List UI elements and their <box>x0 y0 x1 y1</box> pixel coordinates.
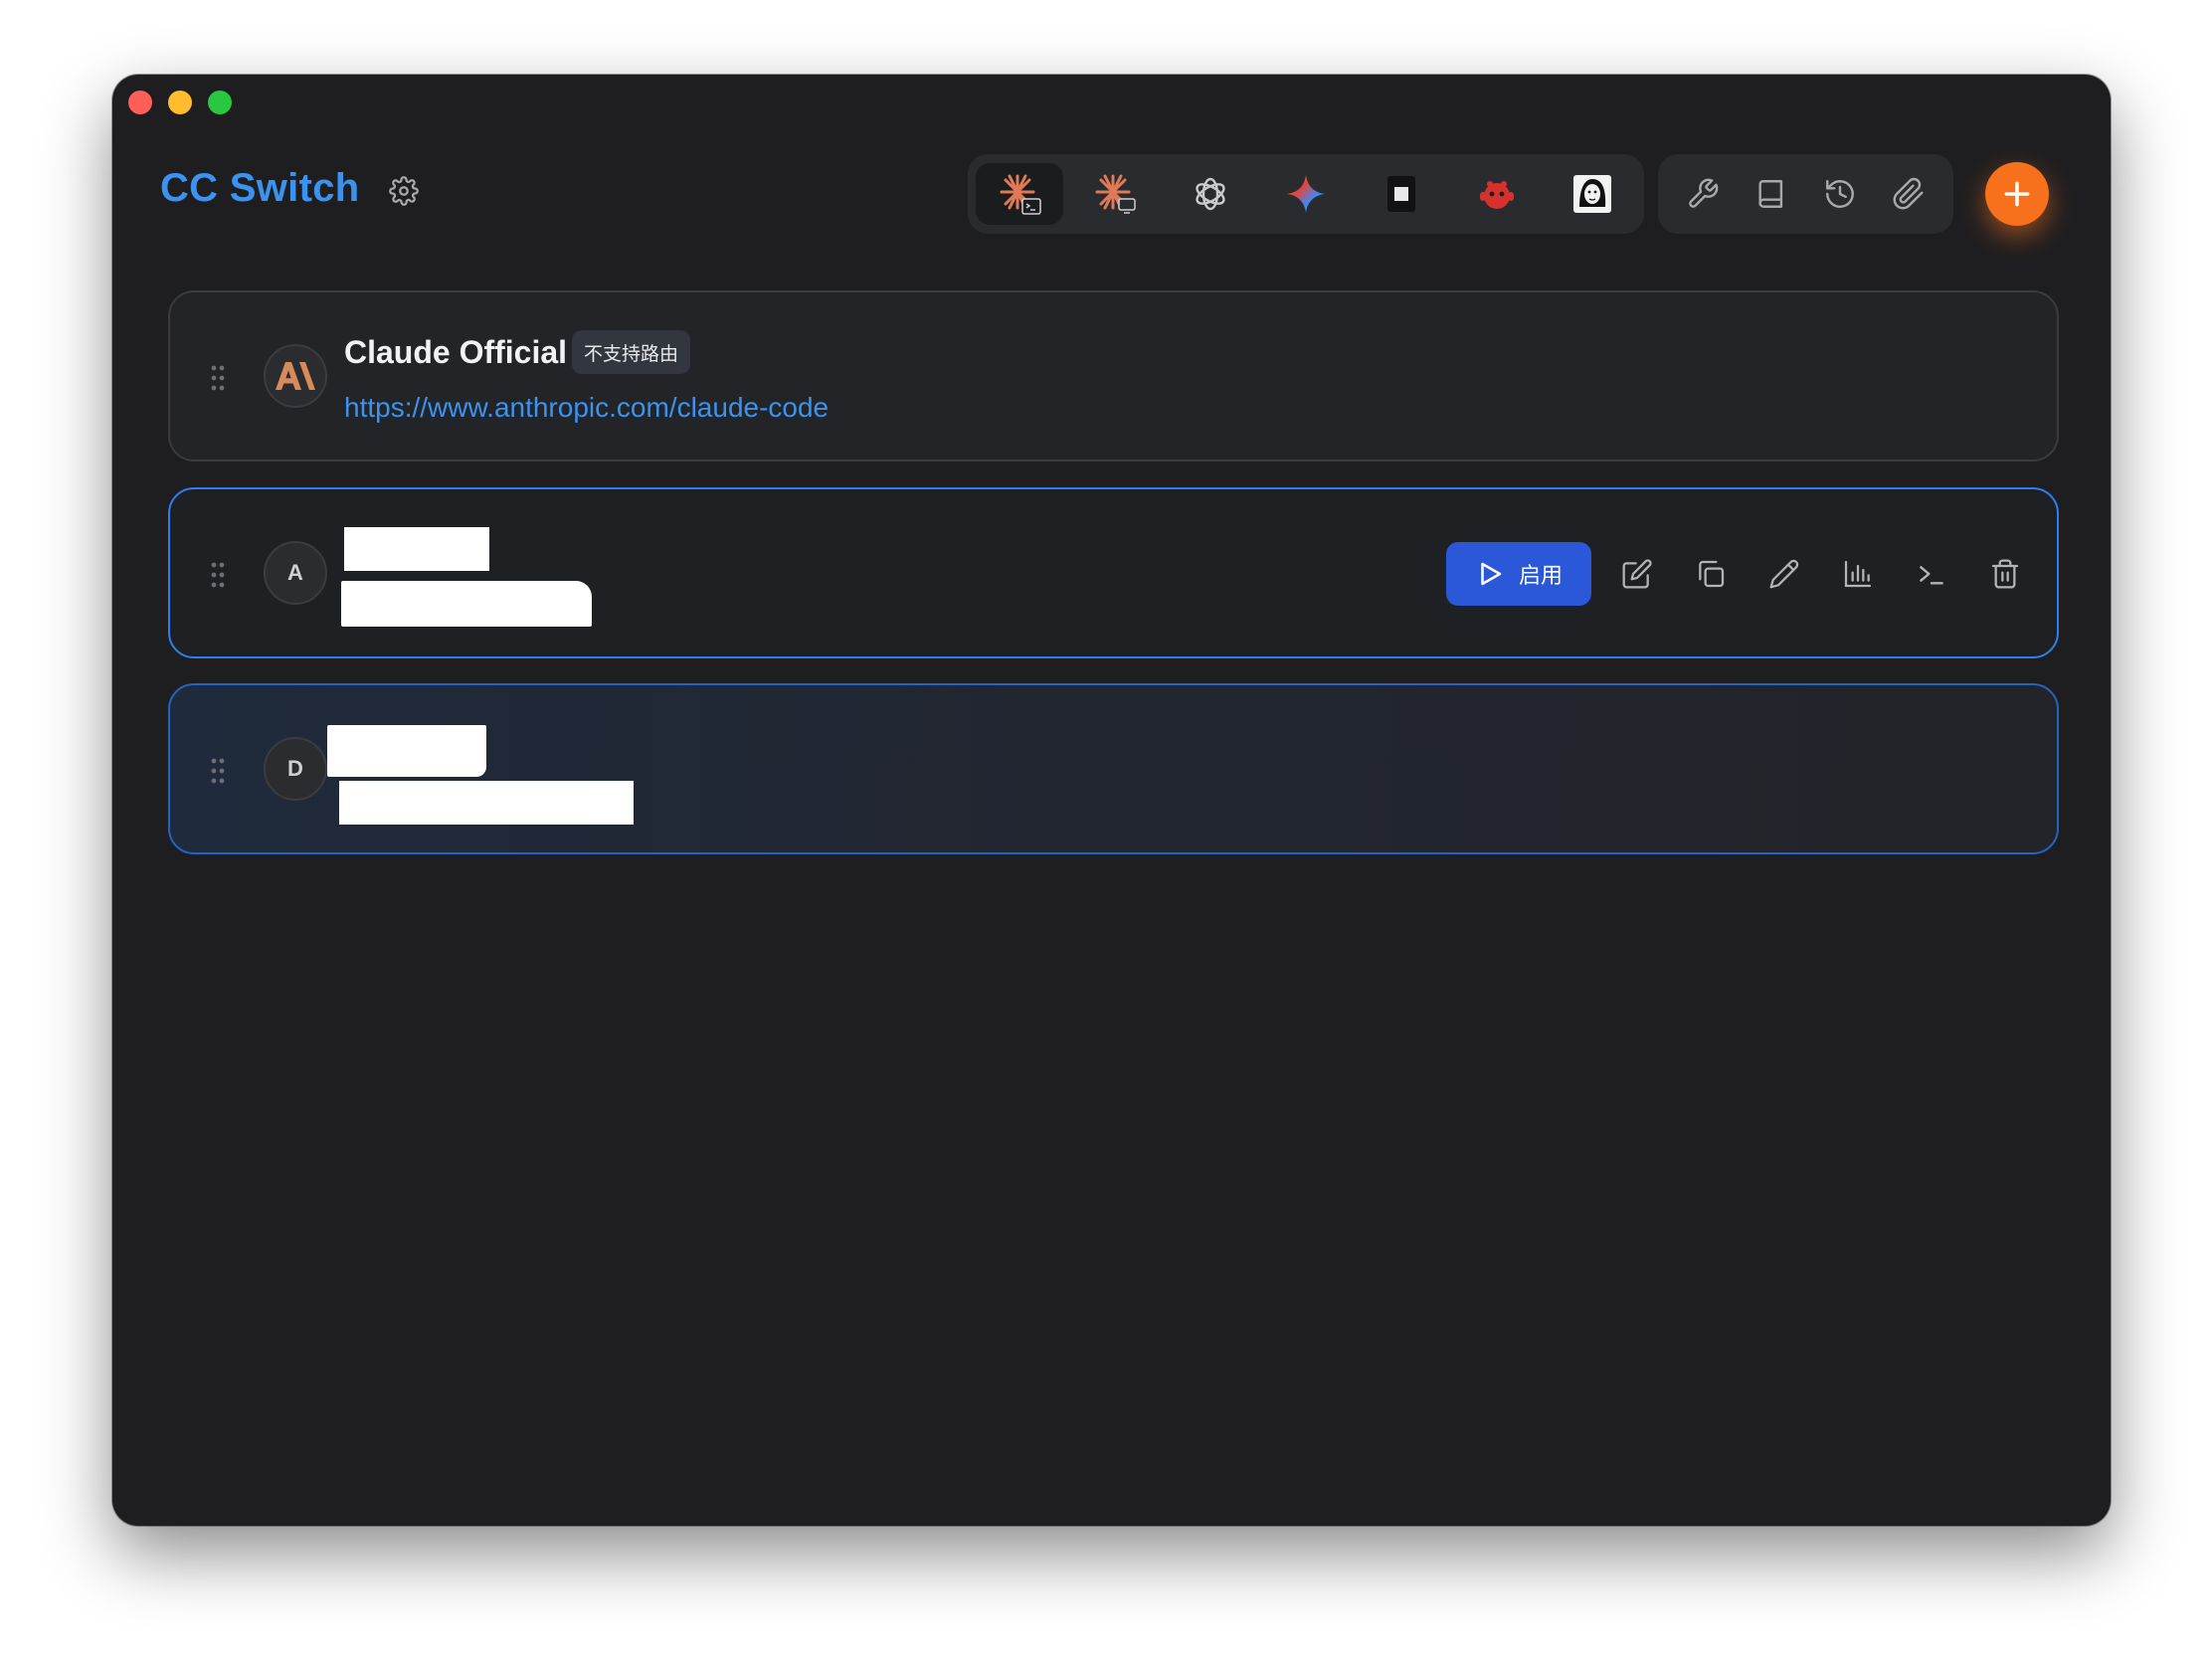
window-maximize-button[interactable] <box>208 91 232 114</box>
gear-icon <box>389 176 419 206</box>
app-tab-openai[interactable] <box>1167 163 1254 225</box>
history-icon <box>1826 180 1855 208</box>
redacted-provider-url <box>339 781 634 825</box>
drag-handle-icon[interactable] <box>210 561 226 589</box>
claude-terminal-icon <box>1000 174 1041 215</box>
enable-button[interactable]: 启用 <box>1446 542 1591 606</box>
app-title: CC Switch <box>160 166 360 210</box>
window-minimize-button[interactable] <box>168 91 192 114</box>
history-button[interactable] <box>1812 166 1868 222</box>
play-icon <box>1481 562 1502 586</box>
tools-button[interactable] <box>1675 166 1731 222</box>
claude-desktop-icon <box>1095 174 1136 214</box>
delete-button[interactable] <box>1977 546 2033 602</box>
tools-toolbar <box>1658 154 1953 234</box>
window-close-button[interactable] <box>128 91 152 114</box>
usage-stats-button[interactable] <box>1830 546 1886 602</box>
provider-card-d[interactable]: D <box>168 683 2059 854</box>
provider-url-link[interactable]: https://www.anthropic.com/claude-code <box>344 392 829 424</box>
provider-avatar: A <box>264 541 327 605</box>
customize-button[interactable] <box>1756 546 1812 602</box>
app-tab-6[interactable] <box>1453 163 1541 225</box>
app-tab-claude-code[interactable] <box>976 163 1063 225</box>
redacted-provider-name <box>327 725 486 777</box>
anthropic-logo-icon <box>276 362 315 390</box>
drag-handle-icon[interactable] <box>210 757 226 785</box>
provider-card-a[interactable]: A 启用 <box>168 487 2059 658</box>
provider-name: Claude Official <box>344 334 568 370</box>
enable-button-label: 启用 <box>1518 563 1563 588</box>
paperclip-icon <box>1893 177 1924 210</box>
square-icon <box>1387 176 1415 212</box>
portrait-icon <box>1573 175 1611 213</box>
duplicate-button[interactable] <box>1683 546 1739 602</box>
provider-avatar <box>264 344 327 408</box>
plus-icon <box>2004 181 2030 207</box>
drag-handle-icon[interactable] <box>210 364 226 392</box>
traffic-lights <box>128 91 232 114</box>
app-switcher <box>968 154 1644 234</box>
add-provider-button[interactable] <box>1985 162 2049 226</box>
docs-button[interactable] <box>1744 166 1799 222</box>
attachments-button[interactable] <box>1881 166 1936 222</box>
provider-avatar: D <box>264 737 327 801</box>
wrench-icon <box>1688 178 1718 208</box>
provider-card-claude-official[interactable]: Claude Official 不支持路由 https://www.anthro… <box>168 290 2059 462</box>
pencil-icon <box>1769 559 1799 589</box>
gemini-icon <box>1287 175 1325 213</box>
edit-button[interactable] <box>1609 546 1665 602</box>
red-mascot-icon <box>1480 181 1514 209</box>
redacted-provider-url <box>341 581 592 627</box>
app-tab-5[interactable] <box>1358 163 1445 225</box>
edit-icon <box>1622 559 1652 589</box>
openai-icon <box>1196 177 1225 211</box>
trash-icon <box>1991 559 2019 589</box>
app-tab-claude-desktop[interactable] <box>1071 163 1159 225</box>
terminal-button[interactable] <box>1904 546 1959 602</box>
routing-badge: 不支持路由 <box>572 330 691 374</box>
terminal-icon <box>1920 566 1943 585</box>
provider-actions: 启用 <box>1446 541 2033 607</box>
app-tab-gemini[interactable] <box>1262 163 1350 225</box>
bar-chart-icon <box>1844 560 1872 588</box>
app-tab-7[interactable] <box>1549 163 1636 225</box>
settings-button[interactable] <box>386 173 422 209</box>
app-window: CC Switch Claude Official 不支持路由 https://… <box>112 75 2111 1526</box>
redacted-provider-name <box>344 527 489 571</box>
copy-icon <box>1699 560 1725 588</box>
book-icon <box>1758 180 1782 208</box>
